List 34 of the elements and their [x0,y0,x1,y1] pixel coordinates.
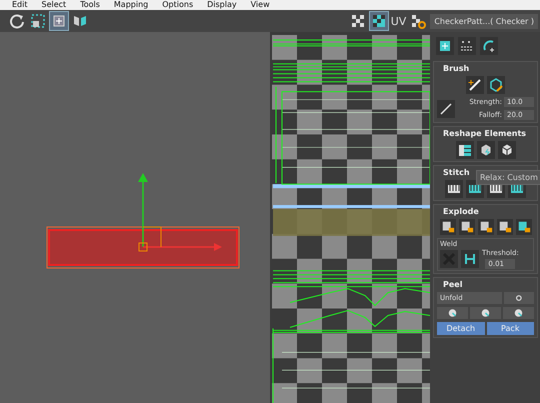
explode-rollout-header[interactable]: Explode [437,207,534,216]
menu-item[interactable]: View [250,0,270,10]
select-element-icon[interactable] [50,12,68,30]
explode-icon[interactable] [458,219,474,235]
tooltip: Relax: Custom [476,170,540,185]
texture-dropdown[interactable]: CheckerPatt...( Checker ) [430,14,538,28]
cube-brush-icon[interactable] [487,76,505,94]
paint-brush-icon[interactable] [466,76,484,94]
menu-item[interactable]: Options [162,0,194,10]
stitch-icon[interactable] [445,180,463,198]
menu-item[interactable]: Tools [80,0,100,10]
brush-rollout-header[interactable]: Brush [437,64,534,73]
menu-item[interactable]: Select [42,0,66,10]
explode-icon[interactable] [478,219,494,235]
menu-item[interactable]: Display [207,0,237,10]
explode-icon[interactable] [496,219,512,235]
uv-toggle[interactable]: UV [390,14,406,28]
straighten-icon[interactable] [456,141,474,159]
explode-icon[interactable] [440,219,456,235]
menu-item[interactable]: Mapping [114,0,148,10]
menu-item[interactable]: Edit [12,0,28,10]
explode-icon[interactable] [516,219,532,235]
checker-settings-icon[interactable] [409,12,428,30]
relax-icon[interactable] [476,141,494,159]
rotate-icon[interactable] [8,12,26,30]
line-brush-icon[interactable] [437,100,455,118]
align-grid-icon[interactable] [458,37,476,55]
weld-target-icon[interactable] [461,250,479,268]
cube-icon[interactable] [498,141,516,159]
checker-map-icon[interactable] [370,12,388,30]
rotate-plus-icon[interactable] [480,37,498,55]
add-select-icon[interactable] [436,37,454,55]
select-region-icon[interactable] [29,12,47,30]
peel-rollout-header[interactable]: Peel [437,280,534,289]
